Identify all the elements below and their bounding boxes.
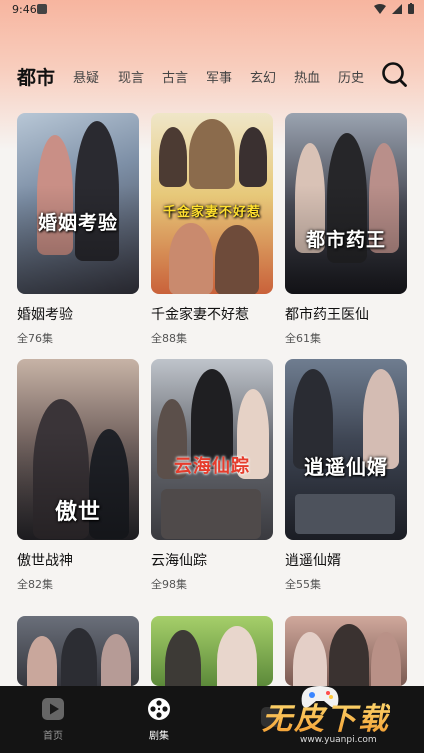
drama-poster[interactable]: 逍遥仙婿 — [285, 359, 407, 540]
drama-title: 都市药王医仙 — [285, 307, 369, 323]
drama-card[interactable]: 傲世 傲世战神 全82集 — [17, 359, 139, 592]
drama-card[interactable]: 婚姻考验 婚姻考验 全76集 — [17, 113, 139, 346]
watermark-url: www.yuanpi.com — [300, 735, 377, 745]
episode-count: 全61集 — [285, 332, 321, 345]
drama-poster[interactable] — [17, 616, 139, 686]
drama-card[interactable]: 逍遥仙婿 逍遥仙婿 全55集 — [285, 359, 407, 592]
drama-card[interactable] — [151, 616, 273, 686]
wifi-icon — [374, 3, 386, 14]
status-bar: 9:46 — [0, 0, 424, 22]
drama-poster[interactable]: 云海仙踪 — [151, 359, 273, 540]
notification-icon — [37, 4, 47, 14]
episode-count: 全55集 — [285, 578, 321, 591]
drama-poster[interactable]: 傲世 — [17, 359, 139, 540]
poster-title: 都市药王 — [305, 229, 386, 251]
nav-home[interactable]: 首页 — [8, 686, 98, 753]
battery-icon — [408, 3, 414, 14]
drama-card[interactable] — [17, 616, 139, 686]
drama-title: 千金家妻不好惹 — [151, 307, 249, 323]
nav-home-label: 首页 — [43, 731, 63, 742]
tab-category[interactable]: 军事 — [206, 67, 232, 86]
nav-series-label: 剧集 — [149, 731, 169, 742]
drama-card[interactable]: 都市药王 都市药王医仙 全61集 — [285, 113, 407, 346]
play-icon — [42, 698, 64, 720]
episode-count: 全98集 — [151, 578, 187, 591]
poster-title: 逍遥仙婿 — [304, 455, 388, 479]
drama-title: 婚姻考验 — [17, 307, 73, 323]
poster-title: 傲世 — [54, 499, 101, 525]
drama-poster[interactable]: 都市药王 — [285, 113, 407, 294]
drama-card[interactable]: 千金家妻不好惹 千金家妻不好惹 全88集 — [151, 113, 273, 346]
tab-active[interactable]: 都市 — [17, 63, 55, 90]
episode-count: 全82集 — [17, 578, 53, 591]
poster-title: 云海仙踪 — [174, 456, 250, 477]
film-reel-icon — [148, 698, 170, 720]
tab-category[interactable]: 古言 — [162, 67, 188, 86]
tab-category[interactable]: 玄幻 — [250, 67, 276, 86]
tab-category[interactable]: 历史 — [338, 67, 364, 86]
nav-series[interactable]: 剧集 — [114, 686, 204, 753]
drama-title: 逍遥仙婿 — [285, 553, 341, 569]
tab-category[interactable]: 现言 — [118, 67, 144, 86]
drama-title: 云海仙踪 — [151, 553, 207, 569]
search-icon[interactable] — [381, 61, 407, 87]
drama-poster[interactable] — [151, 616, 273, 686]
signal-icon — [392, 3, 402, 14]
drama-poster[interactable]: 婚姻考验 — [17, 113, 139, 294]
tab-category[interactable]: 热血 — [294, 67, 320, 86]
tab-category[interactable]: 悬疑 — [73, 67, 99, 86]
watermark-brand: 无皮下载 — [262, 694, 390, 738]
episode-count: 全76集 — [17, 332, 53, 345]
drama-card[interactable] — [285, 616, 407, 686]
status-icons — [374, 3, 414, 14]
poster-title: 千金家妻不好惹 — [162, 205, 261, 220]
drama-poster[interactable] — [285, 616, 407, 686]
drama-poster[interactable]: 千金家妻不好惹 — [151, 113, 273, 294]
episode-count: 全88集 — [151, 332, 187, 345]
drama-card[interactable]: 云海仙踪 云海仙踪 全98集 — [151, 359, 273, 592]
drama-title: 傲世战神 — [17, 553, 73, 569]
status-time: 9:46 — [12, 3, 37, 16]
poster-title: 婚姻考验 — [37, 212, 118, 234]
